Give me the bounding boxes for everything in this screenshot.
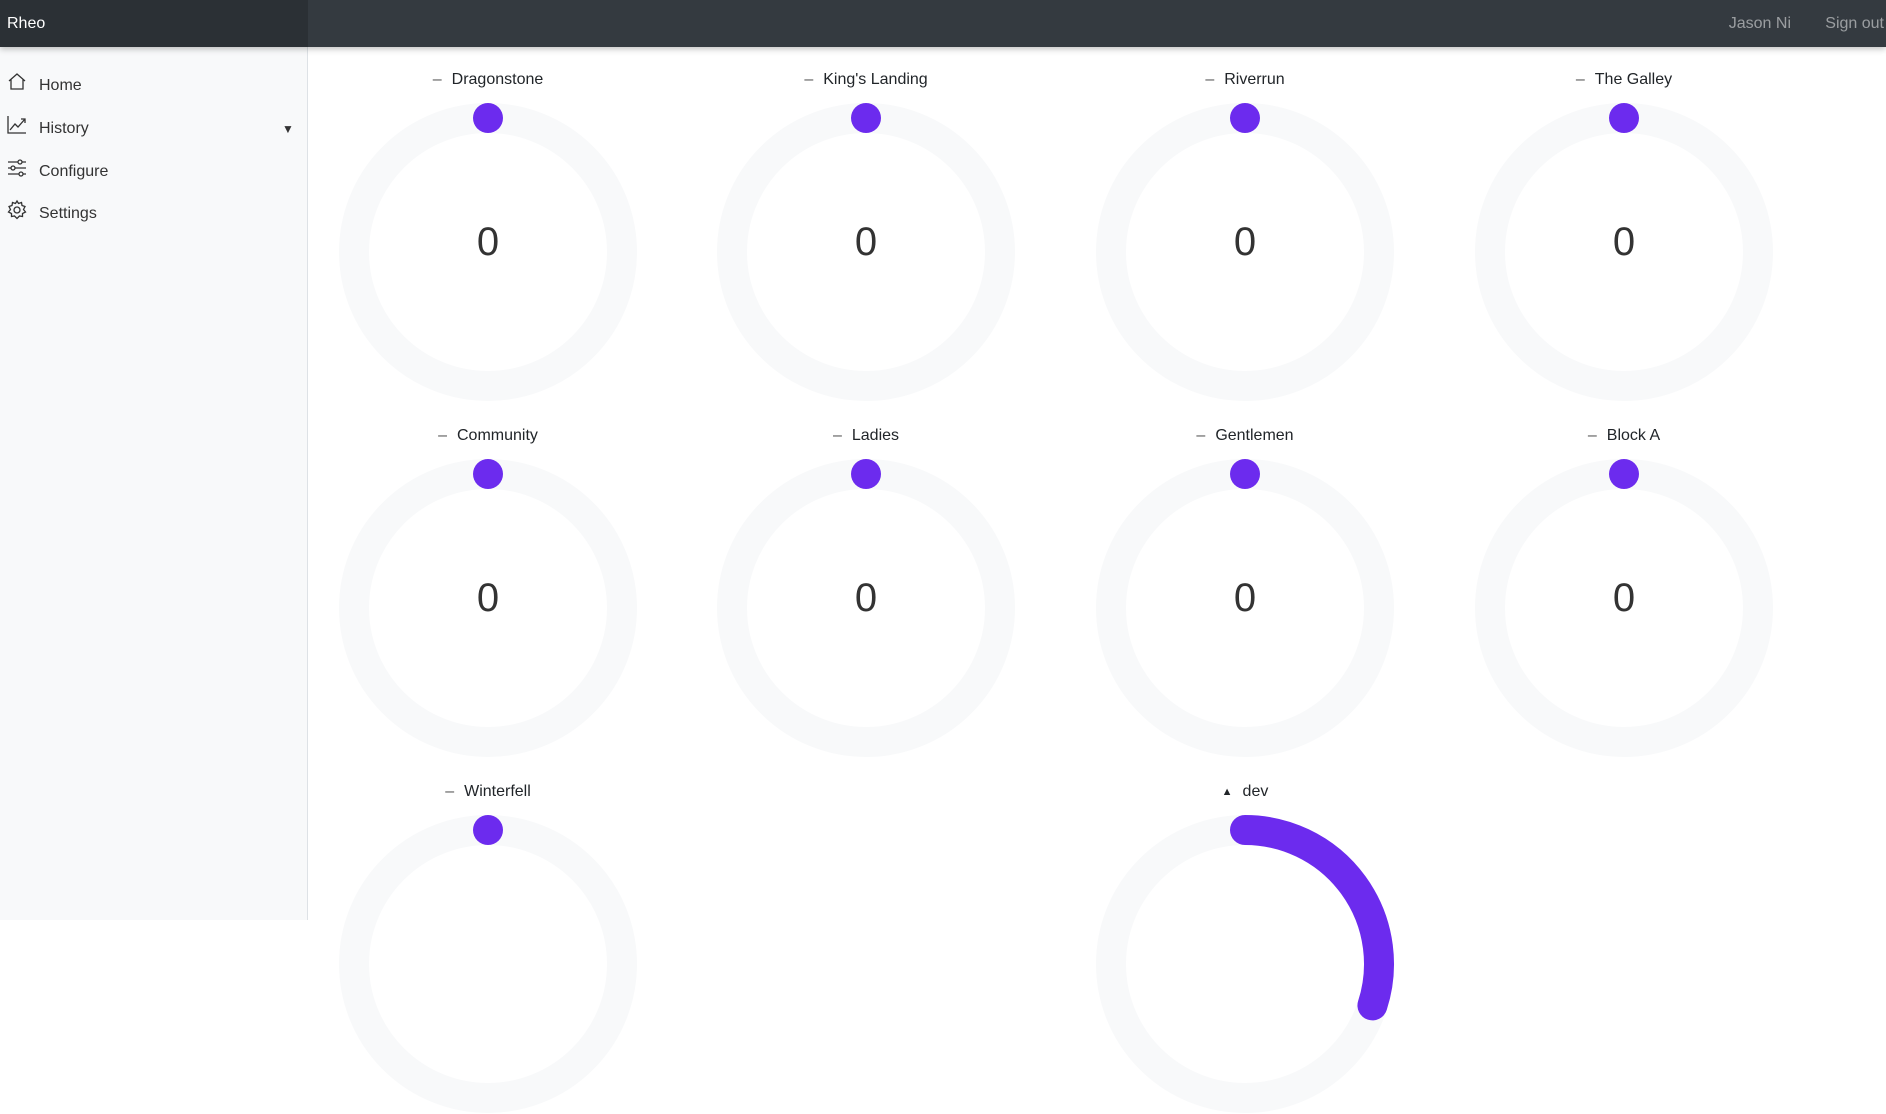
trend-flat-icon: –	[438, 427, 447, 444]
gauge-value: 0	[1233, 576, 1257, 620]
sidebar-item-label: Configure	[39, 163, 109, 180]
chart-line-icon	[7, 116, 26, 134]
gauge-knob	[1230, 459, 1260, 489]
gauge-name: Ladies	[851, 427, 900, 444]
gauge-title: – Gentlemen	[1065, 427, 1425, 445]
gauge-value: 0	[854, 576, 878, 620]
sidebar-item-home[interactable]: Home	[0, 66, 300, 106]
chevron-down-icon[interactable]: ▼	[282, 109, 294, 149]
gauge-name: Riverrun	[1224, 71, 1285, 88]
gauge-value: 0	[1612, 220, 1636, 264]
gauge-title: – Dragonstone	[308, 71, 668, 89]
home-icon	[8, 73, 26, 90]
user-name-link[interactable]: Jason Ni	[1729, 0, 1791, 47]
trend-up-icon: ▲	[1221, 786, 1233, 798]
sidebar-item-label: Settings	[39, 205, 97, 222]
gauge-value: 0	[1233, 220, 1257, 264]
gauge-knob	[473, 815, 503, 845]
gauge-value: 0	[476, 576, 500, 620]
gauge-name: The Galley	[1594, 71, 1673, 88]
trend-flat-icon: –	[1196, 427, 1206, 444]
gauge-name: Block A	[1606, 427, 1661, 444]
gauge-track	[339, 815, 637, 1113]
gauge-title: ▲ dev	[1065, 783, 1425, 801]
brand-logo[interactable]: Rheo	[0, 0, 308, 47]
trend-flat-icon: –	[804, 71, 814, 88]
gauge-name: King's Landing	[823, 71, 928, 88]
trend-flat-icon: –	[1575, 71, 1585, 88]
sidebar-item-settings[interactable]: Settings	[0, 194, 300, 234]
trend-flat-icon: –	[445, 783, 455, 800]
trend-flat-icon: –	[1587, 427, 1597, 444]
sidebar: Home History ▼ Configure Settings	[0, 47, 308, 920]
gauge-knob	[473, 103, 503, 133]
gauge-name: Community	[457, 427, 538, 444]
gauge-knob	[473, 459, 503, 489]
dashboard-main: – Dragonstone 0– King's Landing 0– Riverrun 0–…	[308, 47, 1886, 1113]
sidebar-item-label: History	[39, 120, 89, 137]
gauge-value: 0	[476, 220, 500, 264]
trend-flat-icon: –	[832, 427, 842, 444]
gauge-title: – Block A	[1444, 427, 1804, 445]
sign-out-link[interactable]: Sign out	[1825, 0, 1884, 47]
gauge-ring	[1096, 815, 1394, 1113]
gauge-knob	[1230, 103, 1260, 133]
gauge-name: Gentlemen	[1215, 427, 1294, 444]
sidebar-item-configure[interactable]: Configure	[0, 152, 300, 192]
gauge-knob	[851, 459, 881, 489]
gauge-knob	[851, 103, 881, 133]
gauge-ring	[339, 815, 637, 1113]
trend-flat-icon: –	[432, 71, 442, 88]
gauge-title: – King's Landing	[686, 71, 1046, 89]
gauge-title: – Community	[308, 427, 668, 445]
gauge-knob	[1609, 103, 1639, 133]
gauge-value: 0	[854, 220, 878, 264]
gauge-title: – The Galley	[1444, 71, 1804, 89]
sidebar-item-history[interactable]: History ▼	[0, 109, 300, 149]
top-navbar: Rheo Jason Ni Sign out	[0, 0, 1886, 47]
gauge-arc	[1230, 815, 1394, 1021]
trend-flat-icon: –	[1205, 71, 1215, 88]
gauge-value: 0	[1612, 576, 1636, 620]
gear-icon	[7, 199, 27, 220]
gauge-title: – Riverrun	[1065, 71, 1425, 89]
gauge-name: Dragonstone	[451, 71, 544, 88]
gauge-name: Winterfell	[464, 783, 531, 800]
gauge-name: dev	[1242, 783, 1269, 800]
gauge-title: – Ladies	[686, 427, 1046, 445]
sliders-icon	[8, 159, 26, 177]
gauge-knob	[1609, 459, 1639, 489]
sidebar-item-label: Home	[39, 77, 82, 94]
gauge-title: – Winterfell	[308, 783, 668, 801]
